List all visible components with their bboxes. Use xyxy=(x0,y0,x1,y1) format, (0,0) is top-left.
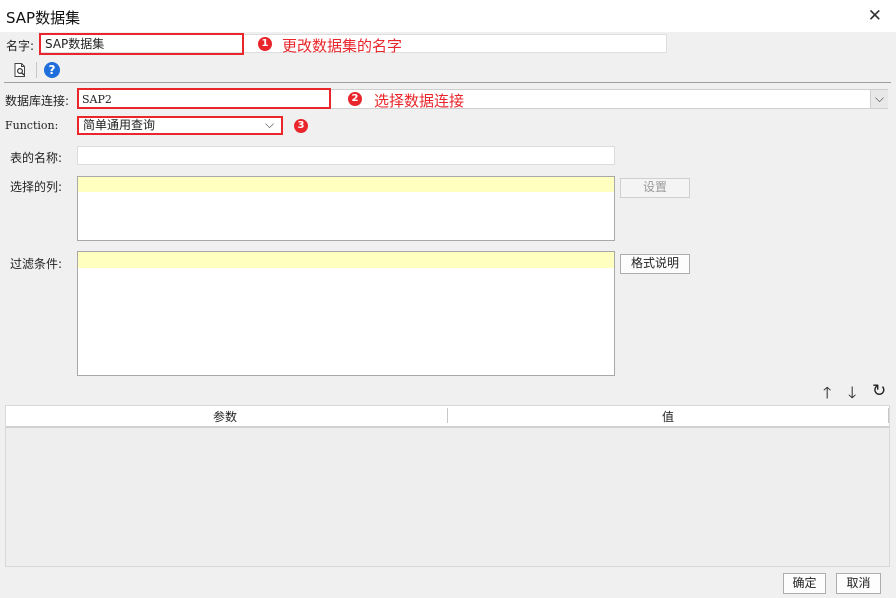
selected-columns-list[interactable] xyxy=(77,176,615,241)
title-bar: SAP数据集 ✕ xyxy=(0,0,896,32)
annotation-badge-2: 2 xyxy=(348,92,362,106)
format-help-button[interactable]: 格式说明 xyxy=(620,254,690,274)
params-table[interactable]: 参数 值 xyxy=(5,405,890,567)
preview-icon[interactable] xyxy=(12,62,28,78)
table-name-input[interactable] xyxy=(77,146,615,165)
window-title: SAP数据集 xyxy=(6,9,81,27)
help-icon[interactable]: ? xyxy=(44,62,60,78)
annotation-text-2: 选择数据连接 xyxy=(374,92,465,110)
cancel-button[interactable]: 取消 xyxy=(836,573,881,594)
filter-label: 过滤条件: xyxy=(10,257,63,271)
table-name-label: 表的名称: xyxy=(10,151,63,165)
selected-columns-highlight-row xyxy=(78,177,614,192)
annotation-box-1 xyxy=(39,33,244,55)
name-label: 名字: xyxy=(6,39,35,53)
annotation-badge-1: 1 xyxy=(258,37,272,51)
settings-button[interactable]: 设置 xyxy=(620,178,690,198)
column-divider[interactable] xyxy=(447,408,448,423)
help-icon-glyph: ? xyxy=(48,63,56,77)
annotation-box-3 xyxy=(77,116,283,135)
db-connection-dropdown-button[interactable]: ⌵ xyxy=(870,90,888,108)
refresh-icon[interactable]: ↻ xyxy=(872,381,886,401)
annotation-text-1: 更改数据集的名字 xyxy=(282,37,403,55)
function-label: Function: xyxy=(5,119,59,132)
db-connection-label: 数据库连接: xyxy=(5,94,70,108)
selected-columns-label: 选择的列: xyxy=(10,180,63,194)
column-header-value[interactable]: 值 xyxy=(662,408,674,425)
annotation-badge-3: 3 xyxy=(294,119,308,133)
filter-textarea[interactable] xyxy=(77,251,615,376)
filter-highlight-row xyxy=(78,252,614,268)
toolbar-divider xyxy=(4,82,891,83)
close-icon[interactable]: ✕ xyxy=(868,6,882,26)
chevron-down-icon: ⌵ xyxy=(874,91,885,105)
column-divider[interactable] xyxy=(888,408,889,423)
toolbar-separator xyxy=(36,62,37,78)
ok-button[interactable]: 确定 xyxy=(783,573,826,594)
annotation-box-2 xyxy=(77,88,331,109)
column-header-param[interactable]: 参数 xyxy=(213,408,237,425)
params-table-header: 参数 值 xyxy=(6,406,889,428)
